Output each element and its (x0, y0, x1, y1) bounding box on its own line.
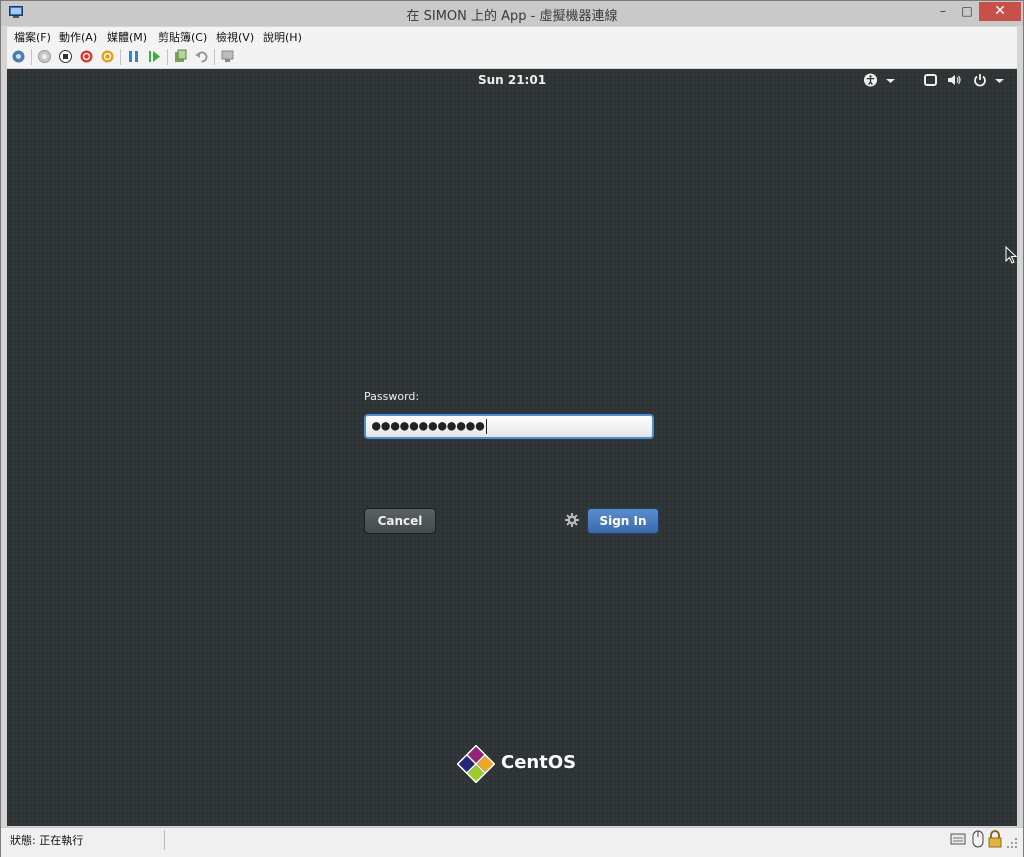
password-label: Password: (364, 390, 420, 403)
password-input[interactable]: ●●●●●●●●●●●● (364, 414, 654, 439)
shut-down-icon[interactable] (79, 49, 94, 64)
checkpoint-icon[interactable] (173, 49, 188, 64)
vm-display[interactable]: Sun 21:01 Password: ●●●●●●●●●●●● Cancel (7, 69, 1017, 826)
lock-icon (988, 830, 1002, 848)
toolbar-separator (167, 49, 168, 65)
ctrl-alt-del-icon[interactable] (11, 49, 26, 64)
save-icon[interactable] (100, 49, 115, 64)
sign-in-button[interactable]: Sign In (587, 508, 659, 534)
toolbar-separator (214, 49, 215, 65)
toolbar-separator (120, 49, 121, 65)
power-icon[interactable] (973, 73, 987, 87)
menu-file[interactable]: 檔案(F) (14, 29, 51, 45)
resume-icon[interactable] (147, 49, 162, 64)
turn-off-icon[interactable] (58, 49, 73, 64)
dropdown-arrow-icon[interactable] (886, 73, 895, 87)
close-button[interactable]: ✕ (979, 2, 1021, 21)
menu-media[interactable]: 媒體(M) (107, 29, 147, 45)
dropdown-arrow-icon[interactable] (995, 73, 1004, 87)
mouse-icon (972, 830, 984, 848)
vm-status-text: 狀態: 正在執行 (10, 834, 84, 847)
text-caret (486, 418, 488, 434)
menu-clipboard[interactable]: 剪貼簿(C) (158, 29, 207, 45)
status-bar: 狀態: 正在執行 (1, 827, 1023, 857)
status-separator (164, 830, 165, 850)
menu-bar: 檔案(F) 動作(A) 媒體(M) 剪貼簿(C) 檢視(V) 說明(H) (7, 27, 1017, 45)
display-icon[interactable] (924, 73, 937, 87)
menu-help[interactable]: 說明(H) (263, 29, 302, 45)
gear-icon[interactable] (564, 512, 580, 528)
revert-icon[interactable] (194, 49, 209, 64)
centos-logo-icon (457, 745, 495, 783)
window-title: 在 SIMON 上的 App - 虛擬機器連線 (406, 9, 618, 24)
password-value: ●●●●●●●●●●●● (372, 418, 486, 434)
cancel-button[interactable]: Cancel (364, 508, 436, 534)
pause-icon[interactable] (126, 49, 141, 64)
start-icon[interactable] (37, 49, 52, 64)
toolbar-separator (31, 49, 32, 65)
maximize-button[interactable]: □ (954, 2, 980, 21)
title-bar[interactable]: 在 SIMON 上的 App - 虛擬機器連線 – □ ✕ (1, 1, 1023, 26)
accessibility-icon[interactable] (863, 73, 878, 87)
volume-icon[interactable] (947, 73, 962, 87)
enhanced-session-icon[interactable] (220, 49, 235, 64)
toolbar (7, 45, 1017, 69)
centos-wordmark: CentOS (501, 752, 577, 773)
menu-action[interactable]: 動作(A) (59, 29, 97, 45)
vm-connection-window: 在 SIMON 上的 App - 虛擬機器連線 – □ ✕ 檔案(F) 動作(A… (0, 0, 1024, 857)
minimize-button[interactable]: – (930, 2, 956, 21)
resize-grip-icon[interactable] (1005, 830, 1019, 848)
menu-view[interactable]: 檢視(V) (216, 29, 254, 45)
mouse-cursor-icon (1005, 246, 1017, 264)
keyboard-icon (950, 833, 966, 845)
